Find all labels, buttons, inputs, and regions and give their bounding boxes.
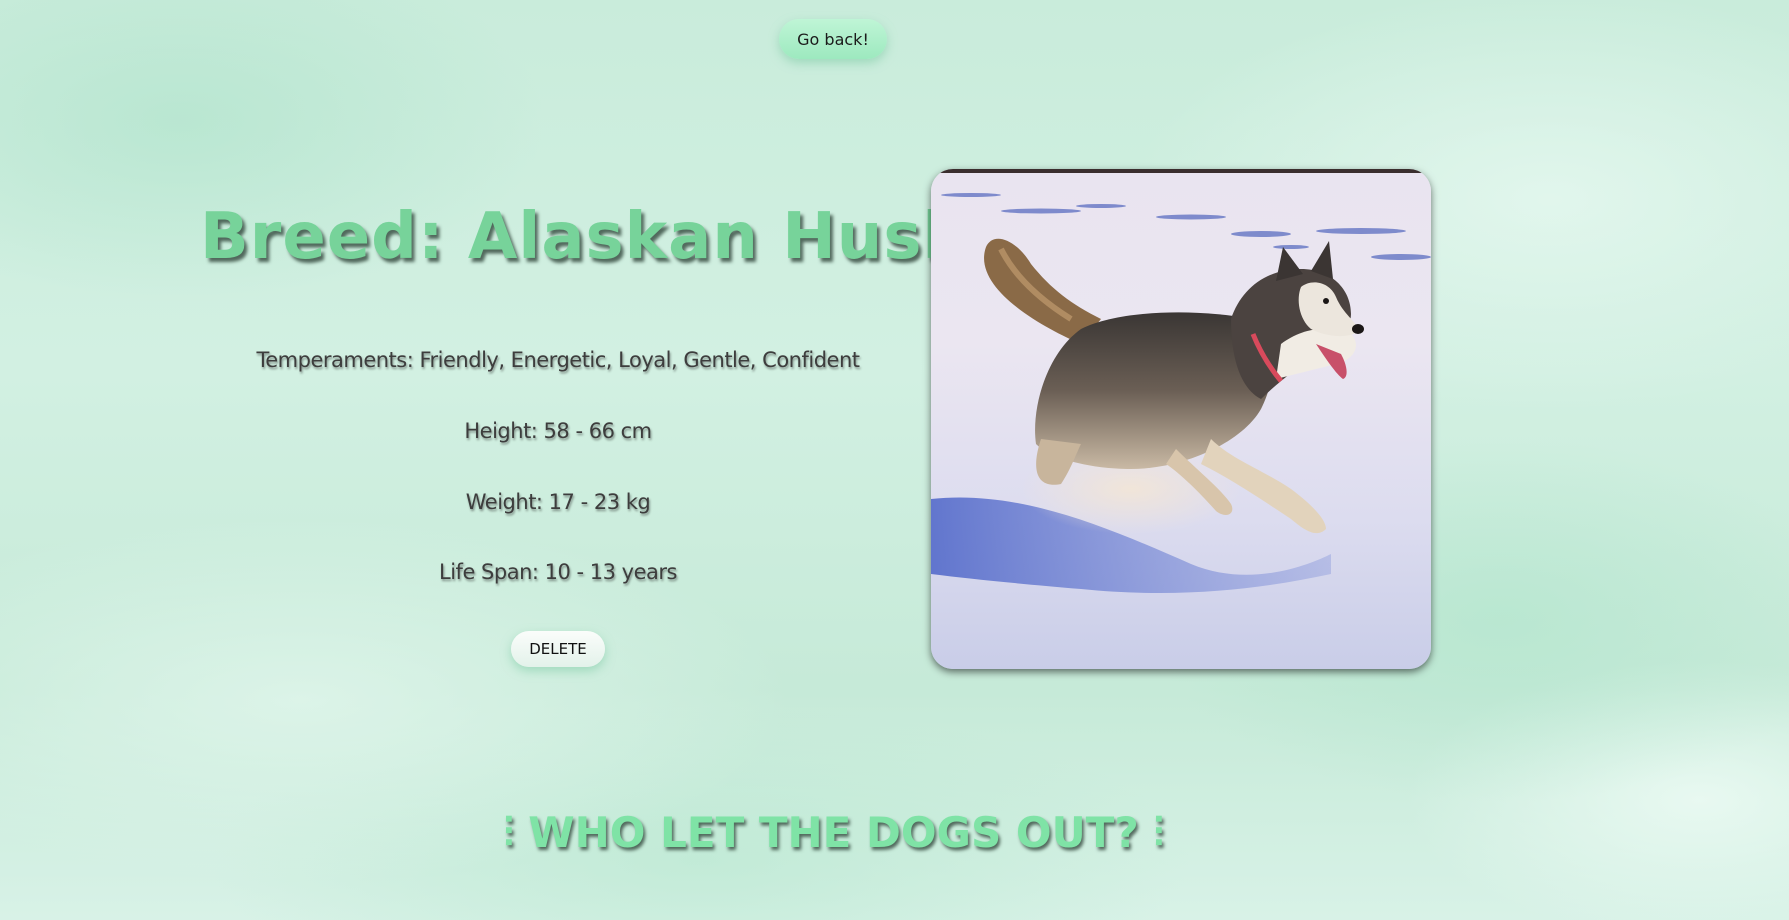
delete-button[interactable]: DELETE: [511, 631, 605, 667]
footer-title: ⫶ WHO LET THE DOGS OUT? ⫶: [503, 808, 1164, 857]
life-span-text: Life Span: 10 - 13 years: [439, 560, 677, 584]
go-back-button[interactable]: Go back!: [779, 19, 887, 59]
breed-photo: [931, 169, 1431, 669]
height-text: Height: 58 - 66 cm: [464, 419, 652, 443]
temperaments-text: Temperaments: Friendly, Energetic, Loyal…: [256, 348, 860, 372]
husky-illustration: [931, 169, 1431, 669]
weight-text: Weight: 17 - 23 kg: [465, 490, 651, 514]
breed-title: Breed: Alaskan Husky: [200, 200, 1009, 274]
